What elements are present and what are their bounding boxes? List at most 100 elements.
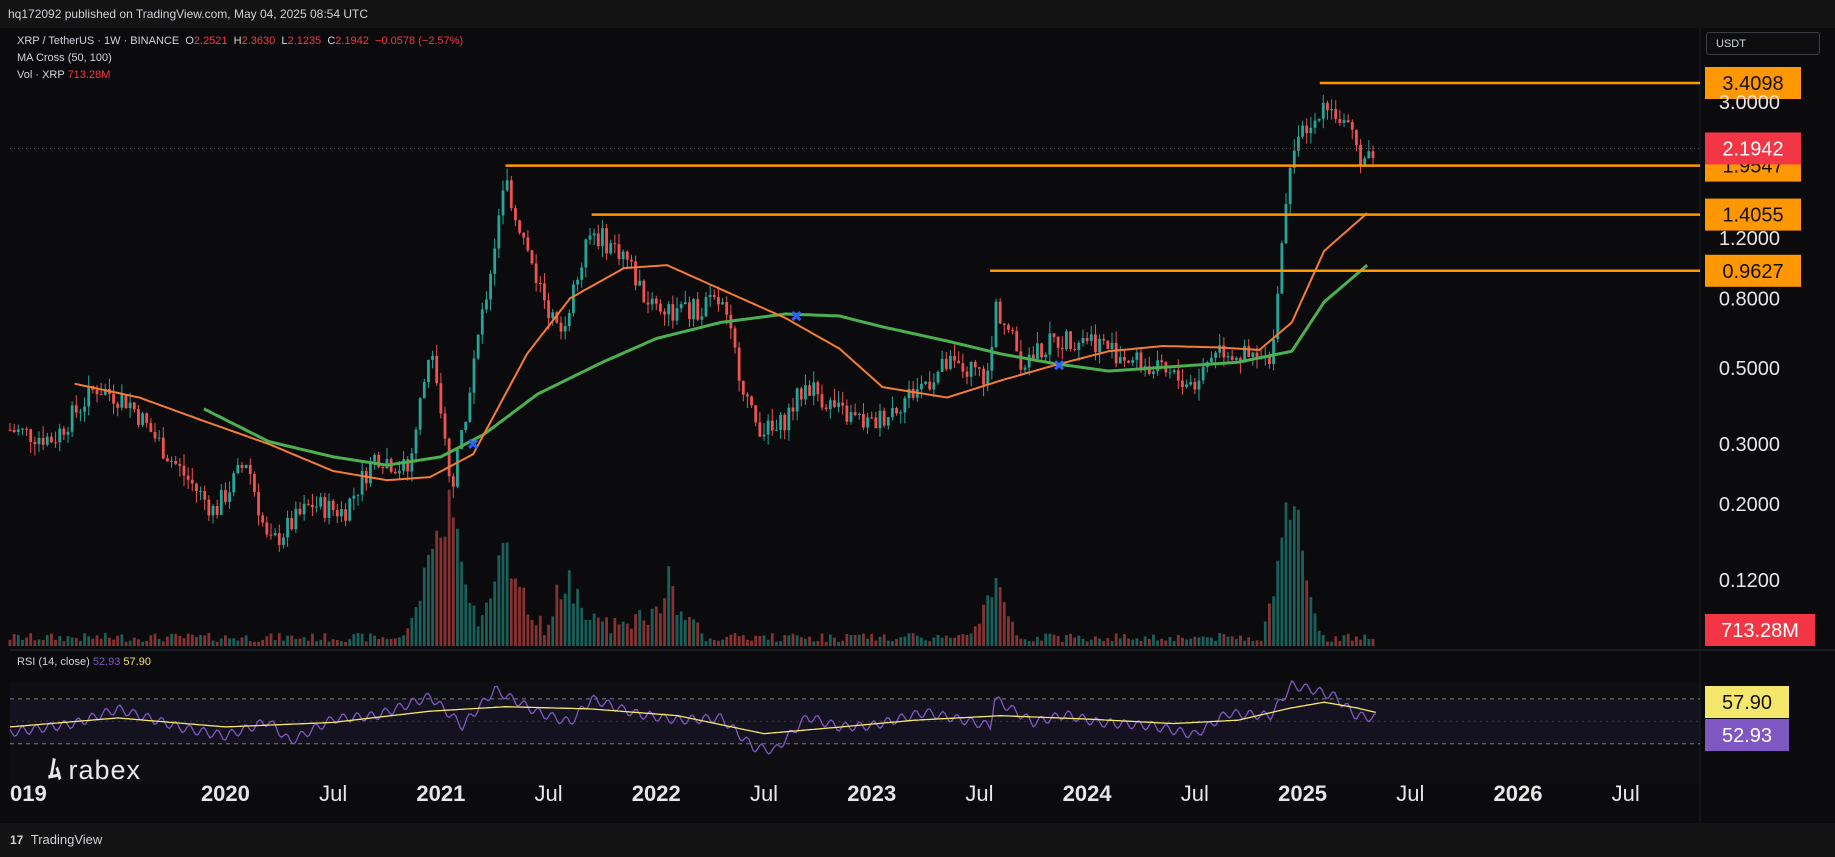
candle-body bbox=[340, 509, 343, 517]
volume-bar bbox=[609, 633, 613, 646]
rsi-value-label: 57.90 bbox=[1722, 692, 1772, 714]
price-axis-label: 0.8000 bbox=[1719, 288, 1780, 310]
volume-bar bbox=[128, 640, 132, 646]
candle-body bbox=[1069, 331, 1072, 350]
candle-body bbox=[1346, 120, 1350, 123]
ma-cross-legend[interactable]: MA Cross (50, 100) bbox=[17, 52, 112, 64]
candle-body bbox=[302, 503, 306, 515]
volume-bar bbox=[1305, 580, 1309, 646]
ma-cross-label: MA Cross (50, 100) bbox=[17, 52, 112, 64]
candle-body bbox=[1019, 351, 1023, 370]
candle-body bbox=[1338, 119, 1342, 123]
candle-body bbox=[323, 497, 327, 518]
candle-body bbox=[456, 449, 459, 487]
volume-bar bbox=[949, 637, 952, 646]
rsi-legend[interactable]: RSI (14, close) 52.93 57.90 bbox=[17, 656, 151, 668]
candle-body bbox=[530, 250, 534, 264]
volume-bar bbox=[1367, 638, 1371, 646]
volume-bar bbox=[161, 641, 165, 646]
candle-body bbox=[149, 422, 153, 433]
volume-bar bbox=[580, 607, 584, 646]
volume-bar bbox=[870, 633, 874, 646]
volume-bar bbox=[480, 615, 484, 646]
volume-bar bbox=[530, 619, 534, 646]
volume-bar bbox=[982, 604, 985, 646]
volume-bar bbox=[1089, 639, 1093, 646]
volume-bar bbox=[721, 639, 724, 646]
volume-bar bbox=[953, 637, 956, 646]
candle-body bbox=[381, 467, 385, 469]
candle-body bbox=[1036, 343, 1039, 359]
volume-bar bbox=[1044, 633, 1048, 646]
volume-bar bbox=[485, 602, 488, 646]
volume-bar bbox=[389, 639, 393, 646]
candle-body bbox=[74, 405, 78, 413]
candle-body bbox=[443, 413, 447, 439]
volume-bar bbox=[99, 638, 103, 646]
candle-body bbox=[128, 402, 132, 408]
volume-bar bbox=[816, 641, 820, 646]
candle-body bbox=[1342, 120, 1346, 123]
volume-bar bbox=[733, 633, 737, 646]
volume-bar bbox=[820, 633, 824, 646]
price-chart[interactable]: 3.40981.95471.40550.96273.00001.20000.80… bbox=[0, 28, 1835, 823]
candle-body bbox=[841, 402, 845, 406]
time-axis-label: 2025 bbox=[1278, 781, 1327, 806]
symbol-title[interactable]: XRP / TetherUS · 1W · BINANCE bbox=[17, 35, 179, 47]
volume-bar bbox=[439, 537, 443, 646]
candle-body bbox=[311, 504, 314, 508]
currency-label: USDT bbox=[1716, 38, 1746, 50]
volume-bar bbox=[1251, 640, 1255, 646]
candle-body bbox=[66, 431, 70, 435]
candle-body bbox=[1044, 354, 1048, 358]
volume-bar bbox=[398, 637, 401, 646]
volume-bar bbox=[1280, 537, 1284, 646]
volume-bar bbox=[576, 588, 579, 646]
volume-bar bbox=[1040, 640, 1043, 646]
candle-body bbox=[1127, 360, 1130, 363]
volume-tag-label: 713.28M bbox=[1721, 620, 1799, 642]
level-price-label: 1.4055 bbox=[1722, 205, 1783, 227]
volume-bar bbox=[340, 641, 343, 646]
volume-bar bbox=[33, 640, 37, 646]
volume-bar bbox=[750, 640, 753, 646]
volume-bar bbox=[1205, 637, 1209, 646]
volume-legend-value: 713.28M bbox=[67, 69, 111, 81]
candle-body bbox=[1301, 125, 1304, 137]
volume-bar bbox=[1110, 641, 1114, 646]
candle-body bbox=[543, 283, 546, 301]
volume-bar bbox=[493, 581, 497, 646]
candle-body bbox=[895, 408, 898, 414]
candle-body bbox=[1110, 342, 1114, 349]
candle-body bbox=[236, 464, 240, 474]
tradingview-brand[interactable]: TradingView bbox=[31, 832, 103, 847]
candle-body bbox=[344, 509, 347, 521]
candle-body bbox=[480, 309, 484, 335]
price-axis-label: 1.2000 bbox=[1719, 228, 1780, 250]
candle-body bbox=[547, 300, 550, 319]
symbol-legend: XRP / TetherUS · 1W · BINANCE O2.2521 H2… bbox=[17, 35, 463, 47]
candle-body bbox=[1135, 352, 1139, 360]
volume-legend[interactable]: Vol · XRP 713.28M bbox=[17, 69, 110, 81]
volume-bar bbox=[514, 578, 517, 646]
candle-body bbox=[613, 243, 617, 245]
volume-bar bbox=[700, 633, 704, 646]
currency-selector[interactable]: USDT bbox=[1706, 32, 1820, 55]
candle-body bbox=[551, 312, 555, 319]
volume-bar bbox=[1330, 641, 1333, 646]
candle-body bbox=[758, 422, 762, 437]
volume-bar bbox=[1172, 640, 1176, 646]
volume-bar bbox=[766, 639, 770, 646]
volume-bar bbox=[1197, 637, 1201, 646]
candle-body bbox=[559, 322, 563, 332]
candle-body bbox=[1094, 334, 1097, 353]
candle-body bbox=[95, 389, 99, 395]
candle-body bbox=[153, 432, 157, 439]
candle-body bbox=[567, 313, 571, 327]
volume-bar bbox=[306, 640, 310, 646]
high-label: H bbox=[233, 35, 242, 47]
volume-bar bbox=[866, 638, 869, 646]
volume-bar bbox=[659, 613, 662, 646]
candle-body bbox=[1284, 204, 1288, 244]
candle-body bbox=[439, 383, 443, 414]
